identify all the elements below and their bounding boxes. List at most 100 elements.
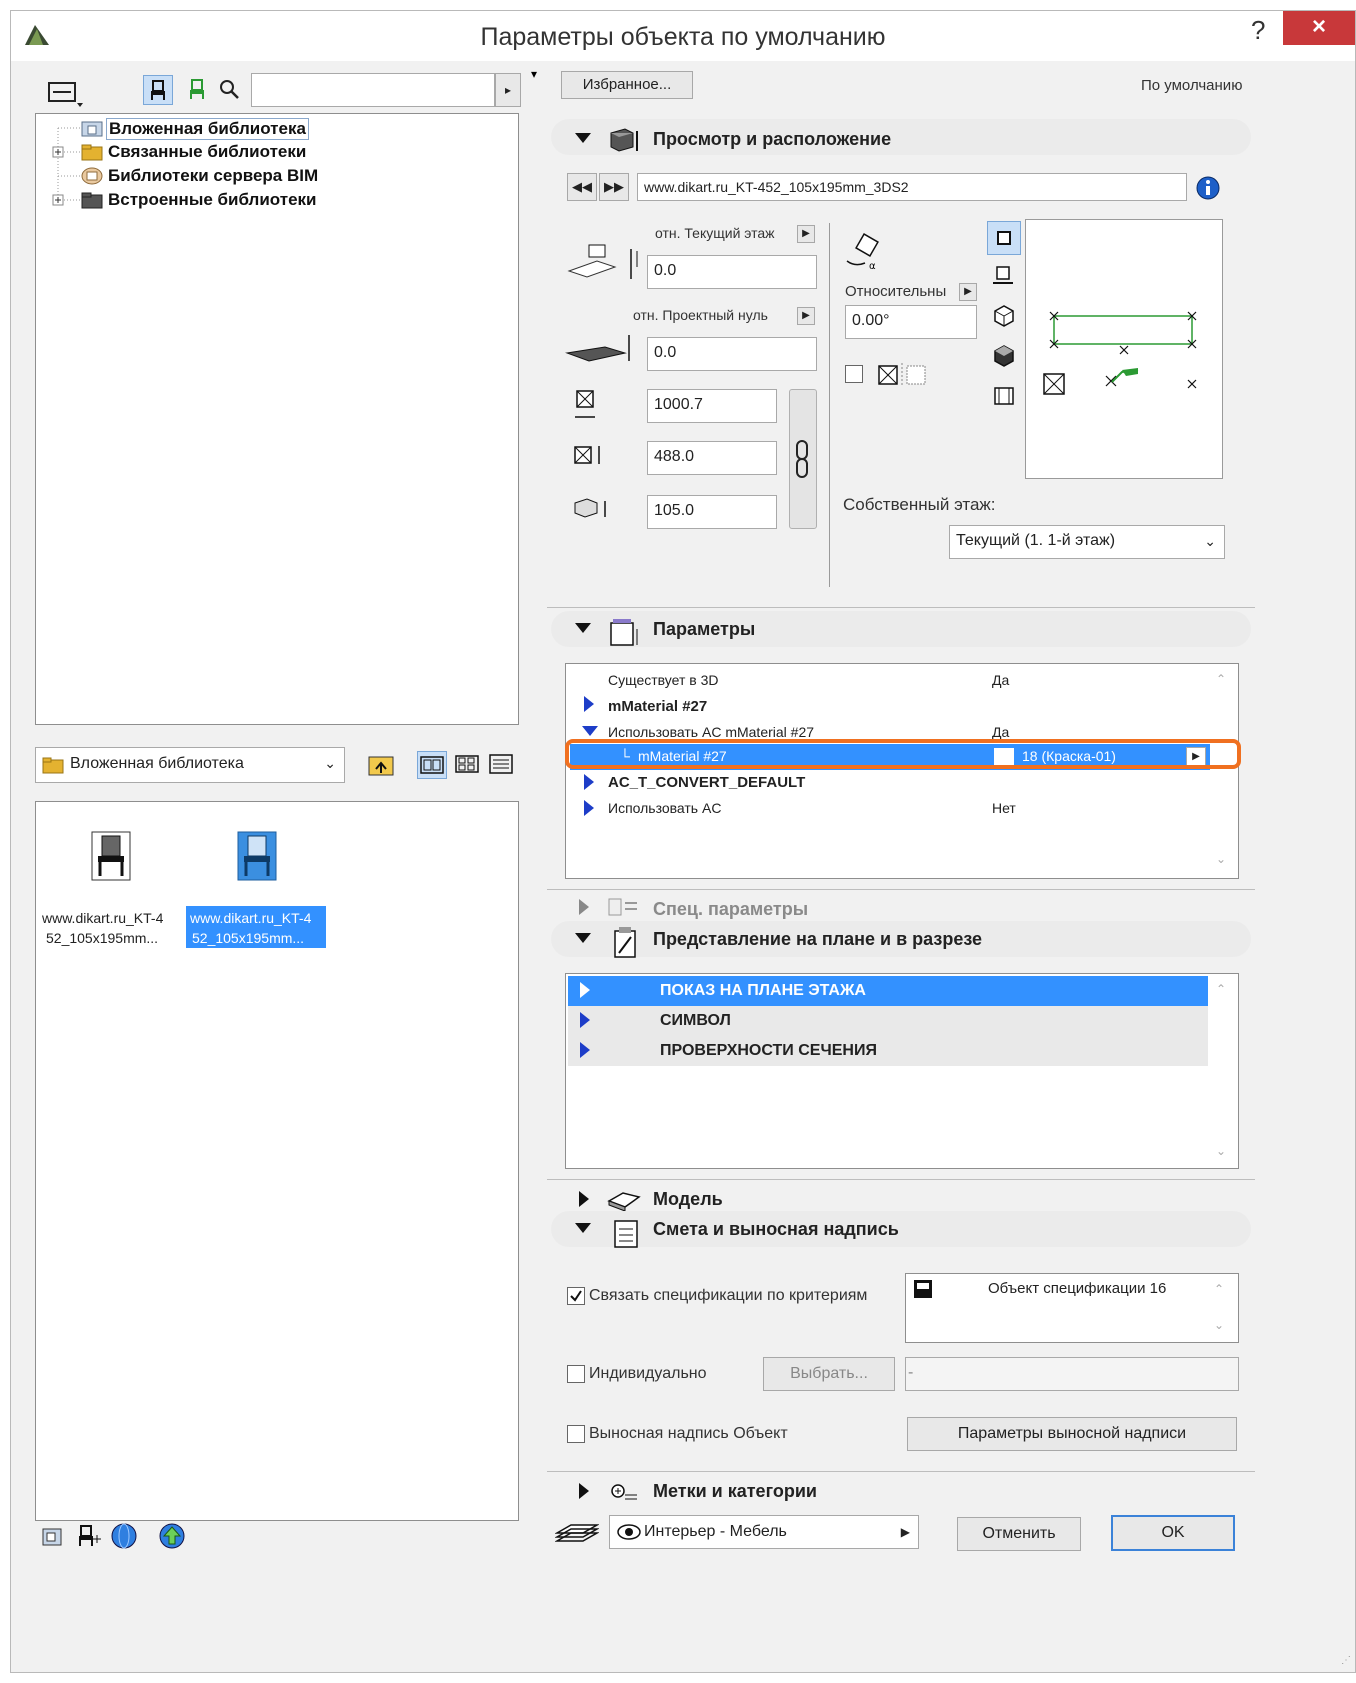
angle-input[interactable]: 0.00° — [845, 305, 977, 339]
expand-arrow-icon[interactable] — [584, 774, 594, 790]
param-value[interactable]: Нет — [992, 800, 1016, 816]
width-input[interactable]: 1000.7 — [647, 389, 777, 423]
help-button[interactable]: ? — [1251, 15, 1265, 46]
scroll-down-icon[interactable]: ⌄ — [1214, 1318, 1224, 1332]
expand-arrow-icon[interactable] — [580, 1012, 590, 1028]
param-name[interactable]: Существует в 3D — [608, 672, 719, 688]
prev-object-button[interactable]: ◀◀ — [567, 173, 597, 201]
mirror-checkbox[interactable] — [845, 365, 863, 383]
object-name-field[interactable]: www.dikart.ru_KT-452_105x195mm_3DS2 — [637, 173, 1187, 201]
individual-checkbox[interactable] — [567, 1365, 585, 1383]
param-name[interactable]: mMaterial #27 — [608, 698, 707, 715]
next-object-button[interactable]: ▶▶ — [599, 173, 629, 201]
scroll-up-icon[interactable]: ⌃ — [1216, 672, 1226, 686]
chair-object-selected-icon[interactable] — [236, 830, 280, 887]
list-view-icon[interactable] — [487, 751, 515, 782]
rel-story-menu-button[interactable]: ▶ — [797, 225, 815, 243]
callout-label[interactable]: Выносная надпись Объект — [589, 1425, 788, 1443]
library-item-name[interactable]: www.dikart.ru_KT-4 — [42, 910, 163, 926]
rel-story-input[interactable]: 0.0 — [647, 255, 817, 289]
param-name[interactable]: AC_T_CONVERT_DEFAULT — [608, 774, 805, 791]
link-spec-label[interactable]: Связать спецификации по критериям — [589, 1287, 867, 1305]
param-value[interactable]: Да — [992, 724, 1009, 740]
spec-list[interactable]: Объект спецификации 16 ⌃ ⌄ — [905, 1273, 1239, 1343]
tree-item-builtin[interactable]: Встроенные библиотеки — [108, 190, 317, 210]
plan-row-label[interactable]: ПРОВЕРХНОСТИ СЕЧЕНИЯ — [660, 1042, 877, 1060]
library-tree[interactable]: Вложенная библиотека Связанные библиотек… — [35, 113, 519, 725]
view-3d-wire-icon[interactable] — [991, 303, 1017, 334]
scroll-up-icon[interactable]: ⌃ — [1216, 982, 1226, 996]
param-name[interactable]: Использовать AC mMaterial #27 — [608, 724, 814, 740]
close-button[interactable]: × — [1283, 11, 1355, 45]
folder-up-icon[interactable] — [367, 751, 397, 784]
search-input[interactable] — [251, 73, 495, 107]
view-plan-icon[interactable] — [987, 221, 1021, 255]
cancel-button[interactable]: Отменить — [957, 1517, 1081, 1551]
individual-field[interactable]: - — [905, 1357, 1239, 1391]
rel-zero-menu-button[interactable]: ▶ — [797, 307, 815, 325]
upload-icon[interactable] — [157, 1521, 187, 1556]
plan-row-label[interactable]: ПОКАЗ НА ПЛАНЕ ЭТАЖА — [660, 982, 866, 1000]
callout-checkbox[interactable] — [567, 1425, 585, 1443]
params-list[interactable]: Существует в 3D Да mMaterial #27 Использ… — [565, 663, 1239, 879]
chair-object-icon[interactable] — [90, 830, 134, 887]
collapse-arrow-icon[interactable] — [575, 933, 591, 943]
param-name[interactable]: Использовать AC — [608, 800, 721, 816]
library-item-name-cont[interactable]: 52_105x195mm... — [46, 930, 158, 946]
search-go-button[interactable]: ▸ — [495, 73, 521, 107]
view-3d-solid-icon[interactable] — [991, 343, 1017, 374]
expand-arrow-icon[interactable] — [580, 982, 590, 998]
collapse-arrow-icon[interactable] — [582, 726, 598, 736]
view-elevation-icon[interactable] — [991, 263, 1017, 294]
info-icon[interactable] — [1195, 175, 1221, 206]
large-icons-view-icon[interactable] — [417, 751, 447, 779]
favorites-button[interactable]: Избранное... — [561, 71, 693, 99]
height-input[interactable]: 105.0 — [647, 495, 777, 529]
collapse-arrow-icon[interactable] — [575, 133, 591, 143]
spec-object-item[interactable]: Объект спецификации 16 — [988, 1280, 1166, 1297]
globe-icon[interactable] — [109, 1521, 139, 1556]
rel-zero-input[interactable]: 0.0 — [647, 337, 817, 371]
small-icons-view-icon[interactable] — [453, 751, 481, 782]
tree-item-bim-server[interactable]: Библиотеки сервера BIM — [108, 166, 318, 186]
new-object-icon[interactable] — [73, 1521, 103, 1556]
expand-arrow-icon[interactable] — [579, 1483, 589, 1499]
param-value[interactable]: Да — [992, 672, 1009, 688]
individual-label[interactable]: Индивидуально — [589, 1365, 707, 1383]
chair-green-icon[interactable] — [183, 75, 211, 108]
tree-item-embedded[interactable]: Вложенная библиотека — [106, 118, 309, 140]
link-spec-checkbox[interactable] — [567, 1287, 585, 1305]
library-items-panel[interactable]: www.dikart.ru_KT-4 52_105x195mm... www.d… — [35, 801, 519, 1521]
panel-menu-arrow[interactable]: ▾ — [531, 67, 537, 81]
library-item-name-selected[interactable]: www.dikart.ru_KT-4 — [190, 910, 311, 926]
scroll-down-icon[interactable]: ⌄ — [1216, 852, 1226, 866]
chain-link-icon[interactable] — [793, 439, 811, 484]
depth-input[interactable]: 488.0 — [647, 441, 777, 475]
preview-panel[interactable] — [1025, 219, 1223, 479]
view-mode-icon[interactable] — [47, 79, 85, 112]
expand-arrow-icon[interactable] — [579, 1191, 589, 1207]
add-library-icon[interactable] — [37, 1521, 67, 1556]
plan-row-label[interactable]: СИМВОЛ — [660, 1012, 731, 1030]
callout-settings-button[interactable]: Параметры выносной надписи — [907, 1417, 1237, 1451]
tree-item-linked[interactable]: Связанные библиотеки — [108, 142, 306, 162]
search-icon[interactable] — [217, 77, 243, 108]
collapse-arrow-icon[interactable] — [575, 623, 591, 633]
scroll-down-icon[interactable]: ⌄ — [1216, 1144, 1226, 1158]
folder-select[interactable]: Вложенная библиотека ⌄ — [35, 747, 345, 783]
expand-arrow-icon[interactable] — [584, 696, 594, 712]
resize-grip-icon[interactable]: ⋰ — [1341, 1655, 1351, 1666]
choose-button[interactable]: Выбрать... — [763, 1357, 895, 1391]
ok-button[interactable]: OK — [1111, 1515, 1235, 1551]
layer-select[interactable]: Интерьер - Мебель ▶ — [609, 1515, 919, 1549]
relative-menu-button[interactable]: ▶ — [959, 283, 977, 301]
expand-arrow-icon[interactable] — [580, 1042, 590, 1058]
view-section-icon[interactable] — [991, 383, 1017, 414]
home-story-select[interactable]: Текущий (1. 1-й этаж) ⌄ — [949, 525, 1225, 559]
object-filter-icon[interactable] — [143, 75, 173, 105]
expand-arrow-icon[interactable] — [584, 800, 594, 816]
collapse-arrow-icon[interactable] — [575, 1223, 591, 1233]
plan-list[interactable]: ПОКАЗ НА ПЛАНЕ ЭТАЖА СИМВОЛ ПРОВЕРХНОСТИ… — [565, 973, 1239, 1169]
library-item-name-selected-cont[interactable]: 52_105x195mm... — [192, 930, 304, 946]
scroll-up-icon[interactable]: ⌃ — [1214, 1282, 1224, 1296]
